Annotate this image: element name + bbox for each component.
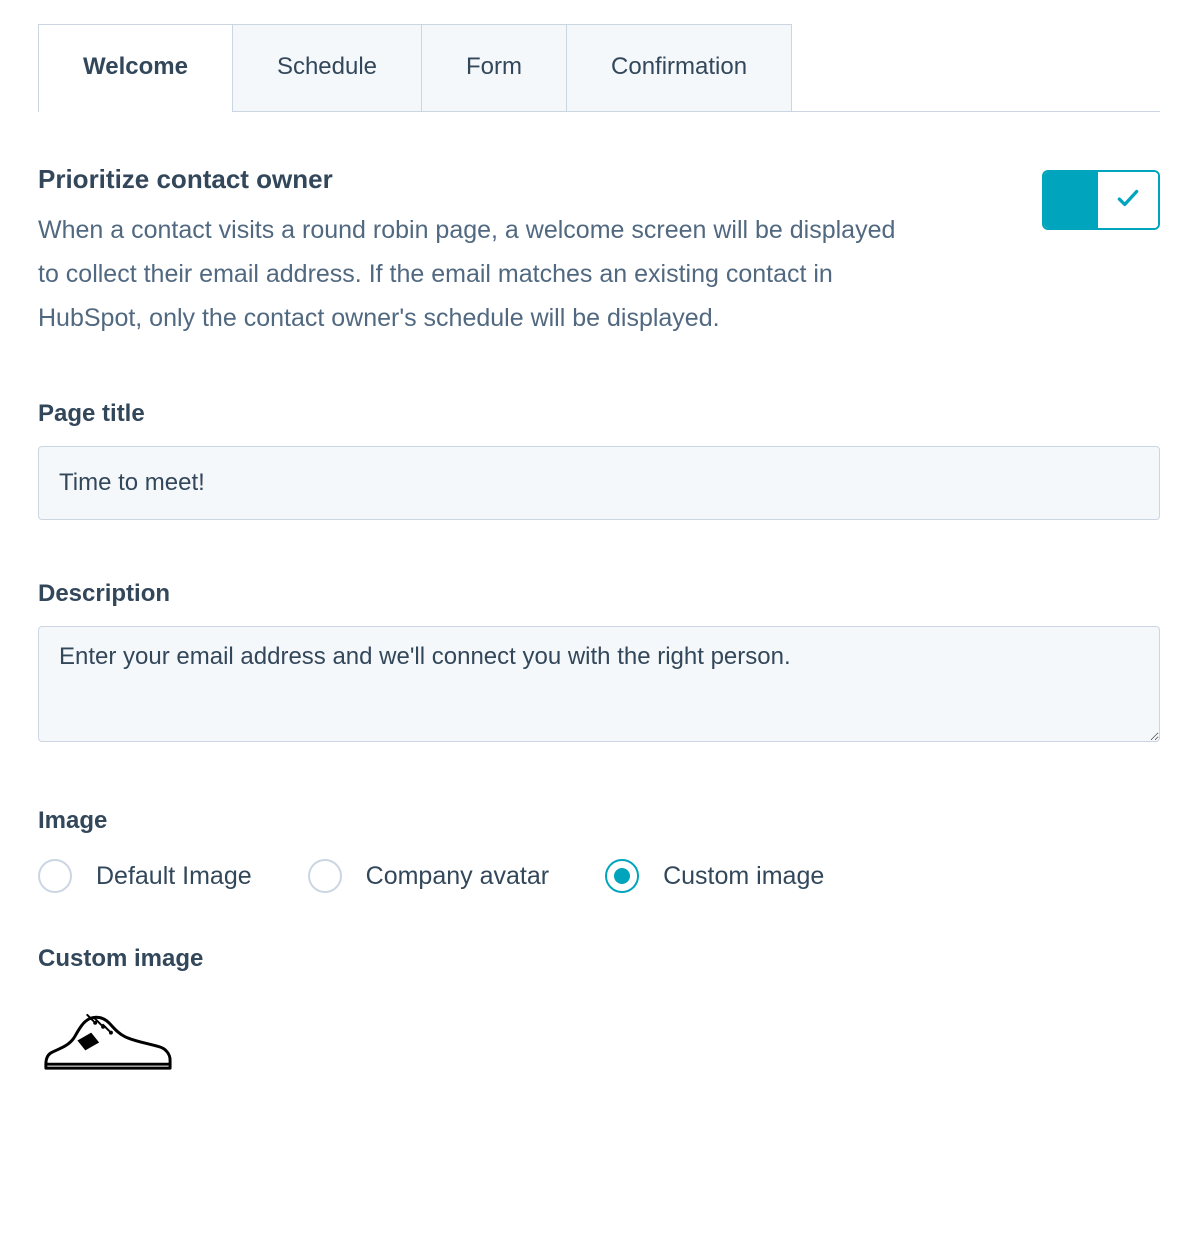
tab-schedule[interactable]: Schedule (232, 24, 422, 111)
tabs: Welcome Schedule Form Confirmation (38, 24, 1160, 112)
toggle-thumb (1098, 172, 1158, 228)
description-label: Description (38, 580, 1160, 608)
radio-icon (308, 859, 342, 893)
radio-label-company: Company avatar (366, 862, 549, 891)
sneaker-icon (38, 1009, 176, 1078)
radio-icon (38, 859, 72, 893)
page-title-label: Page title (38, 400, 1160, 428)
radio-label-default: Default Image (96, 862, 252, 891)
radio-label-custom: Custom image (663, 862, 824, 891)
image-radio-group: Default Image Company avatar Custom imag… (38, 859, 1160, 893)
prioritize-title: Prioritize contact owner (38, 164, 898, 195)
tab-confirmation[interactable]: Confirmation (566, 24, 792, 111)
tab-form[interactable]: Form (421, 24, 567, 111)
prioritize-description: When a contact visits a round robin page… (38, 209, 898, 340)
page-title-input[interactable] (38, 446, 1160, 520)
image-label: Image (38, 807, 1160, 835)
radio-icon (605, 859, 639, 893)
description-textarea[interactable] (38, 626, 1160, 742)
tab-welcome[interactable]: Welcome (38, 24, 233, 111)
toggle-track (1044, 172, 1098, 228)
radio-custom-image[interactable]: Custom image (605, 859, 824, 893)
radio-default-image[interactable]: Default Image (38, 859, 252, 893)
custom-image-label: Custom image (38, 945, 1160, 973)
check-icon (1115, 185, 1141, 216)
radio-company-avatar[interactable]: Company avatar (308, 859, 549, 893)
prioritize-toggle[interactable] (1042, 170, 1160, 230)
custom-image-preview[interactable] (38, 1009, 1160, 1083)
